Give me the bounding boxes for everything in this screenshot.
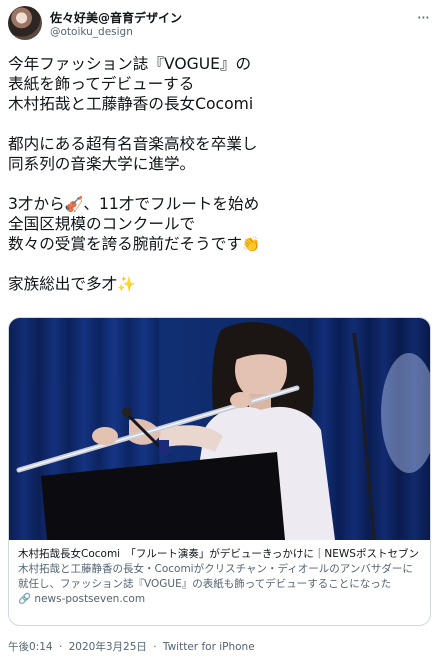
tweet-line: 全国区規模のコンクールで (8, 215, 196, 233)
avatar[interactable] (8, 6, 42, 40)
sparkles-emoji-icon: ✨ (117, 275, 136, 293)
tweet-line-text: 家族総出で多才 (8, 275, 118, 293)
tweet-meta: 午後0:14 · 2020年3月25日 · Twitter for iPhone (8, 639, 258, 654)
card-image[interactable] (9, 318, 430, 540)
tweet-line: 今年ファッション誌『VOGUE』の (8, 55, 252, 73)
tweet-line: 同系列の音楽大学に進学。 (8, 155, 196, 173)
author-handle[interactable]: @otoiku_design (50, 26, 133, 38)
tweet-line: 3才から🎻、11才でフルートを始め (8, 194, 428, 214)
author-display-name[interactable]: 佐々好美@音育デザイン (50, 9, 182, 26)
tweet-time[interactable]: 午後0:14 (8, 641, 53, 653)
meta-separator: · (58, 641, 63, 653)
card-domain[interactable]: 🔗 news-postseven.com (18, 592, 423, 607)
tweet-line-end: 、11才でフルートを始め (83, 195, 260, 213)
tweet-header: 佐々好美@音育デザイン @otoiku_design ··· (8, 6, 435, 42)
more-options-icon[interactable]: ··· (417, 8, 430, 27)
tweet-line: 木村拓哉と工藤静香の長女Cocomi (8, 95, 254, 113)
tweet-line-text: 数々の受賞を誇る腕前だそうです (8, 235, 242, 253)
tweet-line: 表紙を飾ってデビューする (8, 75, 195, 93)
tweet-line: 数々の受賞を誇る腕前だそうです👏 (8, 234, 428, 254)
link-icon: 🔗 (18, 593, 32, 605)
clapping-hands-emoji-icon: 👏 (241, 235, 261, 253)
card-title[interactable]: 木村拓哉長女Cocomi 「フルート演奏」がデビューきっかけに｜NEWSポストセ… (18, 547, 423, 562)
card-text[interactable]: 木村拓哉長女Cocomi 「フルート演奏」がデビューきっかけに｜NEWSポストセ… (18, 547, 423, 607)
card-domain-text: news-postseven.com (34, 593, 146, 605)
card-description[interactable]: 木村拓哉と工藤静香の長女・Cocomiがクリスチャン・ディオールのアンバサダーに… (18, 562, 423, 592)
link-card[interactable]: 木村拓哉長女Cocomi 「フルート演奏」がデビューきっかけに｜NEWSポストセ… (8, 317, 431, 626)
flute-performance-image (9, 318, 430, 540)
tweet-line-start: 3才から (8, 195, 65, 213)
meta-separator: · (153, 641, 157, 653)
tweet-line: 都内にある超有名音楽高校を卒業し (8, 135, 258, 153)
tweet-text: 今年ファッション誌『VOGUE』の 表紙を飾ってデビューする 木村拓哉と工藤静香… (8, 54, 428, 294)
tweet-line: 家族総出で多才✨ (8, 274, 428, 294)
violin-emoji-icon: 🎻 (64, 195, 84, 213)
tweet-date[interactable]: 2020年3月25日 (69, 641, 147, 653)
tweet-source[interactable]: Twitter for iPhone (163, 641, 255, 653)
